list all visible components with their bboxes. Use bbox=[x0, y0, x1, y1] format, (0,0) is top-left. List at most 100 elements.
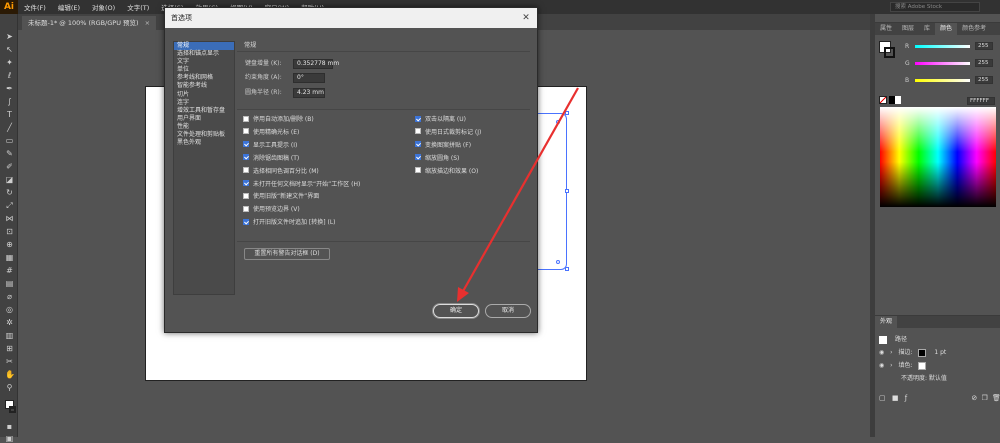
red-value-input[interactable]: 255 bbox=[975, 42, 993, 50]
mesh-tool-icon[interactable]: # bbox=[5, 266, 14, 275]
stroke-swatch-icon[interactable] bbox=[918, 348, 927, 357]
corner-radius-input[interactable]: 4.23 mm bbox=[293, 88, 325, 98]
blue-value-input[interactable]: 255 bbox=[975, 76, 993, 84]
category-item[interactable]: 选择和锚点显示 bbox=[174, 50, 234, 58]
corner-widget-handle[interactable] bbox=[556, 260, 560, 264]
category-item[interactable]: 黑色外观 bbox=[174, 139, 234, 147]
checkbox[interactable] bbox=[243, 180, 249, 186]
menu-item[interactable]: 文件(F) bbox=[18, 2, 52, 12]
option-checkbox-row[interactable]: 变换图案拼贴 (F) bbox=[415, 141, 471, 150]
selection-tool-icon[interactable]: ➤ bbox=[5, 32, 14, 41]
eraser-tool-icon[interactable]: ◪ bbox=[5, 175, 14, 184]
reset-warnings-button[interactable]: 重置所有警告对话框 (D) bbox=[244, 248, 330, 260]
stroke-color-swatch[interactable] bbox=[884, 47, 895, 58]
checkbox[interactable] bbox=[243, 205, 249, 212]
option-checkbox-row[interactable]: 使用旧版“新建文件”界面 bbox=[243, 192, 319, 201]
option-checkbox-row[interactable]: 缩放描边和效果 (O) bbox=[415, 167, 478, 176]
checkbox[interactable] bbox=[415, 115, 421, 122]
paintbrush-tool-icon[interactable]: ✎ bbox=[5, 149, 14, 158]
panel-tab[interactable]: 图层 bbox=[897, 23, 919, 35]
option-checkbox-row[interactable]: 使用预览边界 (V) bbox=[243, 205, 300, 214]
constrain-angle-input[interactable]: 0° bbox=[293, 73, 325, 83]
duplicate-item-icon[interactable]: ❐ bbox=[982, 394, 988, 402]
width-tool-icon[interactable]: ⋈ bbox=[5, 214, 14, 223]
none-color-icon[interactable] bbox=[879, 96, 887, 104]
fill-swatch-icon[interactable] bbox=[918, 361, 927, 370]
type-tool-icon[interactable]: T bbox=[5, 110, 14, 119]
green-value-input[interactable]: 255 bbox=[975, 59, 993, 67]
checkbox[interactable] bbox=[243, 115, 249, 122]
checkbox[interactable] bbox=[243, 154, 249, 161]
appearance-object-row[interactable]: 路径 bbox=[879, 334, 997, 346]
gradient-tool-icon[interactable]: ▤ bbox=[5, 279, 14, 288]
panel-tab[interactable]: 库 bbox=[919, 23, 935, 35]
option-checkbox-row[interactable]: 显示工具提示 (I) bbox=[243, 141, 297, 150]
checkbox[interactable] bbox=[243, 141, 249, 148]
appearance-fill-row[interactable]: ◉ › 填色: bbox=[879, 360, 997, 372]
blend-tool-icon[interactable]: ◎ bbox=[5, 305, 14, 314]
menu-item[interactable]: 编辑(E) bbox=[52, 2, 86, 12]
add-fill-icon[interactable]: ■ bbox=[892, 394, 899, 402]
appearance-stroke-row[interactable]: ◉ › 描边: 1 pt bbox=[879, 347, 997, 359]
artboard-tool-icon[interactable]: ⊞ bbox=[5, 344, 14, 353]
expand-icon[interactable]: › bbox=[890, 362, 892, 369]
close-icon[interactable]: × bbox=[145, 19, 150, 27]
lasso-tool-icon[interactable]: ℓ bbox=[5, 71, 14, 80]
red-slider[interactable]: R 255 bbox=[905, 42, 995, 51]
selected-rounded-rectangle[interactable] bbox=[537, 113, 567, 270]
green-slider-track[interactable] bbox=[915, 62, 970, 65]
fx-icon[interactable]: ƒ bbox=[905, 394, 907, 402]
category-item[interactable]: 性能 bbox=[174, 123, 234, 131]
corner-widget-handle[interactable] bbox=[556, 120, 560, 124]
close-icon[interactable]: ✕ bbox=[521, 13, 531, 23]
free-transform-icon[interactable]: ⊡ bbox=[5, 227, 14, 236]
panel-tab[interactable]: 颜色参考 bbox=[957, 23, 991, 35]
stock-search-input[interactable]: 搜索 Adobe Stock bbox=[890, 2, 980, 12]
expand-icon[interactable]: › bbox=[890, 349, 892, 356]
checkbox[interactable] bbox=[415, 154, 421, 161]
perspective-grid-icon[interactable]: ▦ bbox=[5, 253, 14, 262]
category-item[interactable]: 常规 bbox=[174, 42, 234, 51]
appearance-tab[interactable]: 外观 bbox=[875, 316, 898, 328]
symbol-sprayer-icon[interactable]: ✲ bbox=[5, 318, 14, 327]
eye-icon[interactable]: ◉ bbox=[879, 362, 884, 369]
rectangle-tool-icon[interactable]: ▭ bbox=[5, 136, 14, 145]
clear-appearance-icon[interactable]: ⊘ bbox=[971, 394, 977, 402]
menu-item[interactable]: 对象(O) bbox=[86, 2, 121, 12]
color-mode-icon[interactable]: ▪ bbox=[5, 422, 14, 431]
ok-button[interactable]: 确定 bbox=[433, 304, 479, 318]
category-item[interactable]: 文件处理和剪贴板 bbox=[174, 131, 234, 139]
delete-item-icon[interactable]: 🗑 bbox=[992, 394, 1000, 402]
option-checkbox-row[interactable]: 未打开任何文档时显示“开始”工作区 (H) bbox=[243, 180, 360, 189]
keyboard-increment-input[interactable]: 0.352778 mm bbox=[293, 59, 339, 69]
checkbox[interactable] bbox=[243, 128, 249, 135]
checkbox[interactable] bbox=[243, 167, 249, 174]
stroke-weight[interactable]: 1 pt bbox=[934, 349, 946, 356]
option-checkbox-row[interactable]: 使用精确光标 (E) bbox=[243, 128, 299, 137]
checkbox[interactable] bbox=[243, 218, 249, 225]
option-checkbox-row[interactable]: 打开旧版文件时追加 [转换] (L) bbox=[243, 218, 336, 227]
checkbox[interactable] bbox=[415, 167, 421, 174]
red-slider-track[interactable] bbox=[915, 45, 970, 48]
hand-tool-icon[interactable]: ✋ bbox=[5, 370, 15, 379]
curvature-tool-icon[interactable]: ∫ bbox=[5, 97, 14, 106]
green-slider[interactable]: G 255 bbox=[905, 59, 995, 68]
document-tab[interactable]: 未标题-1* @ 100% (RGB/GPU 预览) × bbox=[22, 16, 157, 30]
scale-tool-icon[interactable]: ⤢ bbox=[5, 201, 14, 210]
blue-slider[interactable]: B 255 bbox=[905, 76, 995, 85]
blue-slider-track[interactable] bbox=[915, 79, 970, 82]
pen-tool-icon[interactable]: ✒ bbox=[5, 84, 14, 93]
bounding-box-handle[interactable] bbox=[565, 111, 569, 115]
opacity-row[interactable]: 不透明度: 默认值 bbox=[901, 373, 1000, 385]
screen-mode-icon[interactable]: ▣ bbox=[5, 434, 14, 443]
option-checkbox-row[interactable]: 消除锯齿图稿 (T) bbox=[243, 154, 299, 163]
direct-selection-tool-icon[interactable]: ↖ bbox=[5, 45, 14, 54]
hex-color-input[interactable]: FFFFFF bbox=[967, 97, 995, 105]
eye-icon[interactable]: ◉ bbox=[879, 349, 884, 356]
option-checkbox-row[interactable]: 停用自动添加/删除 (B) bbox=[243, 115, 314, 124]
category-item[interactable]: 连字 bbox=[174, 99, 234, 107]
graph-tool-icon[interactable]: ▥ bbox=[5, 331, 14, 340]
panel-tab[interactable]: 颜色 bbox=[935, 23, 958, 35]
checkbox[interactable] bbox=[415, 128, 421, 135]
checkbox[interactable] bbox=[243, 192, 249, 199]
